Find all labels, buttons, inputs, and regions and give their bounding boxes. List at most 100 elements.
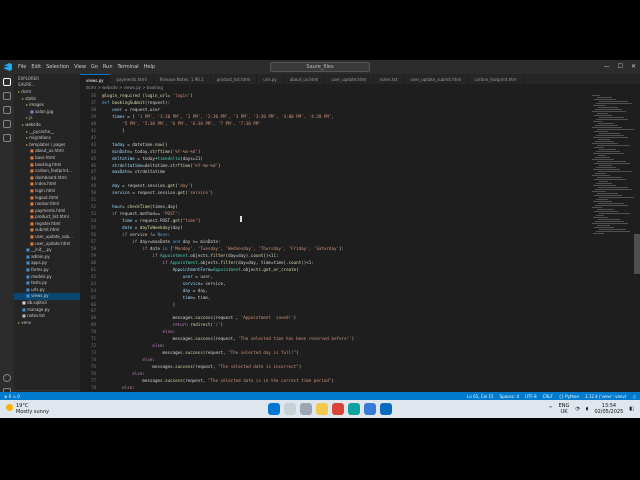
tab-0[interactable]: views.py [80, 74, 111, 84]
tree-item[interactable]: ▸ dcmr [14, 89, 80, 96]
code-editor[interactable]: 36 @login_required (login_url= 'login') 37… [80, 91, 590, 404]
tree-item[interactable]: ■ register.html [14, 221, 80, 228]
tree-item[interactable]: ■ index.html [14, 181, 80, 188]
source-control-icon[interactable] [3, 106, 11, 114]
status-item-6[interactable]: ♫ [632, 394, 636, 399]
line-number: 49 [90, 183, 96, 189]
close-icon[interactable]: ✕ [631, 63, 636, 70]
editor-scrollbar[interactable] [634, 234, 640, 274]
tree-item[interactable]: ■ user_update.html [14, 241, 80, 248]
language-indicator[interactable]: ENG UK [559, 403, 570, 415]
menu-item-go[interactable]: Go [91, 64, 98, 70]
vscode-icon[interactable] [380, 403, 392, 415]
tree-item[interactable]: ■ payments.html [14, 208, 80, 215]
status-item-3[interactable]: CRLF [543, 394, 553, 399]
tree-item[interactable]: ■ forms.py [14, 267, 80, 274]
tree-item[interactable]: ■ manage.py [14, 307, 80, 314]
tree-item[interactable]: ▸ website [14, 122, 80, 129]
menu-item-selection[interactable]: Selection [46, 64, 69, 70]
tree-item[interactable]: ■ __init__.py [14, 247, 80, 254]
tree-item[interactable]: ■ notes.txt [14, 313, 80, 320]
menu-item-file[interactable]: File [18, 64, 26, 70]
tab-4[interactable]: urls.py [257, 74, 284, 84]
menu-item-view[interactable]: View [74, 64, 86, 70]
tab-1[interactable]: payments.html [110, 74, 154, 84]
tree-item[interactable]: ■ navbar.html [14, 201, 80, 208]
tree-item[interactable]: ■ admin.py [14, 254, 80, 261]
tree-item[interactable]: ■ booking.html [14, 162, 80, 169]
tab-5[interactable]: about_us.html [284, 74, 326, 84]
tree-item[interactable]: ■ models.py [14, 274, 80, 281]
tree-item[interactable]: ■ salon.jpg [14, 109, 80, 116]
explorer-icon[interactable] [3, 78, 11, 86]
tree-item[interactable]: ■ dashboard.html [14, 175, 80, 182]
tab-9[interactable]: carbon_footprint.htm [468, 74, 524, 84]
tree-item[interactable]: ■ tests.py [14, 280, 80, 287]
tree-item[interactable]: ■ base.html [14, 155, 80, 162]
maximize-icon[interactable]: ☐ [618, 63, 623, 70]
code-token: = request.session. [119, 183, 168, 189]
tree-item[interactable]: ■ apps.py [14, 260, 80, 267]
problems-indicator[interactable]: ⊗ 0 ⚠ 0 [4, 394, 20, 399]
file-explorer-icon[interactable] [316, 403, 328, 415]
chevron-up-icon[interactable]: ^ [548, 406, 552, 412]
wifi-icon[interactable]: ◔ [575, 406, 579, 412]
tree-item[interactable]: ■ login.html [14, 188, 80, 195]
menu-item-run[interactable]: Run [103, 64, 113, 70]
windows-start-icon[interactable] [268, 403, 280, 415]
breadcrumb[interactable]: dcmr > website > views.py > booking [80, 84, 640, 91]
tab-3[interactable]: product_list.html [211, 74, 258, 84]
extensions-icon[interactable] [3, 134, 11, 142]
tree-item[interactable]: ▸ templates \ pages [14, 142, 80, 149]
minimap[interactable] [592, 94, 634, 294]
tree-item[interactable]: ▸ migrations [14, 135, 80, 142]
status-item-1[interactable]: Spaces: 4 [500, 394, 519, 399]
edge-icon[interactable] [348, 403, 360, 415]
account-icon[interactable] [3, 374, 11, 382]
tree-item[interactable]: ▸ __pycache__ [14, 129, 80, 136]
microsoft-store-icon[interactable] [364, 403, 376, 415]
search-icon[interactable] [3, 92, 11, 100]
tree-item[interactable]: ■ views.py [14, 293, 80, 300]
run-debug-icon[interactable] [3, 120, 11, 128]
tree-item-label: product_list.html [35, 214, 69, 220]
volume-icon[interactable]: ◖ [586, 406, 589, 412]
weather-widget[interactable]: 19°C Mostly sunny [6, 403, 49, 415]
chrome-icon[interactable] [332, 403, 344, 415]
tab-7[interactable]: notes.txt [374, 74, 405, 84]
clock[interactable]: 13:54 02/05/2025 [594, 403, 623, 415]
code-token: : [276, 252, 279, 258]
project-name[interactable]: SAURE... [14, 82, 80, 89]
tab-6[interactable]: user_update.html [325, 74, 374, 84]
tree-item[interactable]: ■ carbon_footprint... [14, 168, 80, 175]
sun-icon [6, 404, 13, 411]
tree-item[interactable]: ■ db.sqlite3 [14, 300, 80, 307]
status-item-4[interactable]: {} Python [559, 394, 579, 399]
tree-item[interactable]: ▸ images [14, 102, 80, 109]
menu-item-edit[interactable]: Edit [31, 64, 41, 70]
status-item-2[interactable]: UTF-8 [525, 394, 537, 399]
status-item-5[interactable]: 3.12.4 ('venv': venv) [585, 394, 626, 399]
notification-bell-icon[interactable]: ◧ [629, 406, 634, 412]
tab-8[interactable]: user_update_submit.html [404, 74, 469, 84]
status-item-0[interactable]: Ln 61, Col 15 [467, 394, 493, 399]
tree-item[interactable]: ■ product_list.html [14, 214, 80, 221]
tab-2[interactable]: Release Notes: 1.96.1 [154, 74, 211, 84]
code-token: = service, [200, 280, 226, 286]
search-icon[interactable] [284, 403, 296, 415]
tree-item[interactable]: ■ user_update_sub... [14, 234, 80, 241]
command-center-search[interactable]: Saure_files [270, 62, 370, 72]
tree-item[interactable]: ▸ venv [14, 320, 80, 327]
tree-item[interactable]: ■ urls.py [14, 287, 80, 294]
task-view-icon[interactable] [300, 403, 312, 415]
line-number: 54 [90, 218, 96, 224]
tree-item[interactable]: ■ about_us.html [14, 148, 80, 155]
tree-item[interactable]: ▸ js [14, 115, 80, 122]
tree-item[interactable]: ■ logout.html [14, 195, 80, 202]
menu-item-terminal[interactable]: Terminal [118, 64, 139, 70]
tree-item[interactable]: ■ submit.html [14, 227, 80, 234]
tree-item[interactable]: ▸ static [14, 96, 80, 103]
minimize-icon[interactable]: — [604, 63, 610, 70]
menu-item-help[interactable]: Help [144, 64, 155, 70]
tree-item-label: db.sqlite3 [27, 300, 47, 305]
